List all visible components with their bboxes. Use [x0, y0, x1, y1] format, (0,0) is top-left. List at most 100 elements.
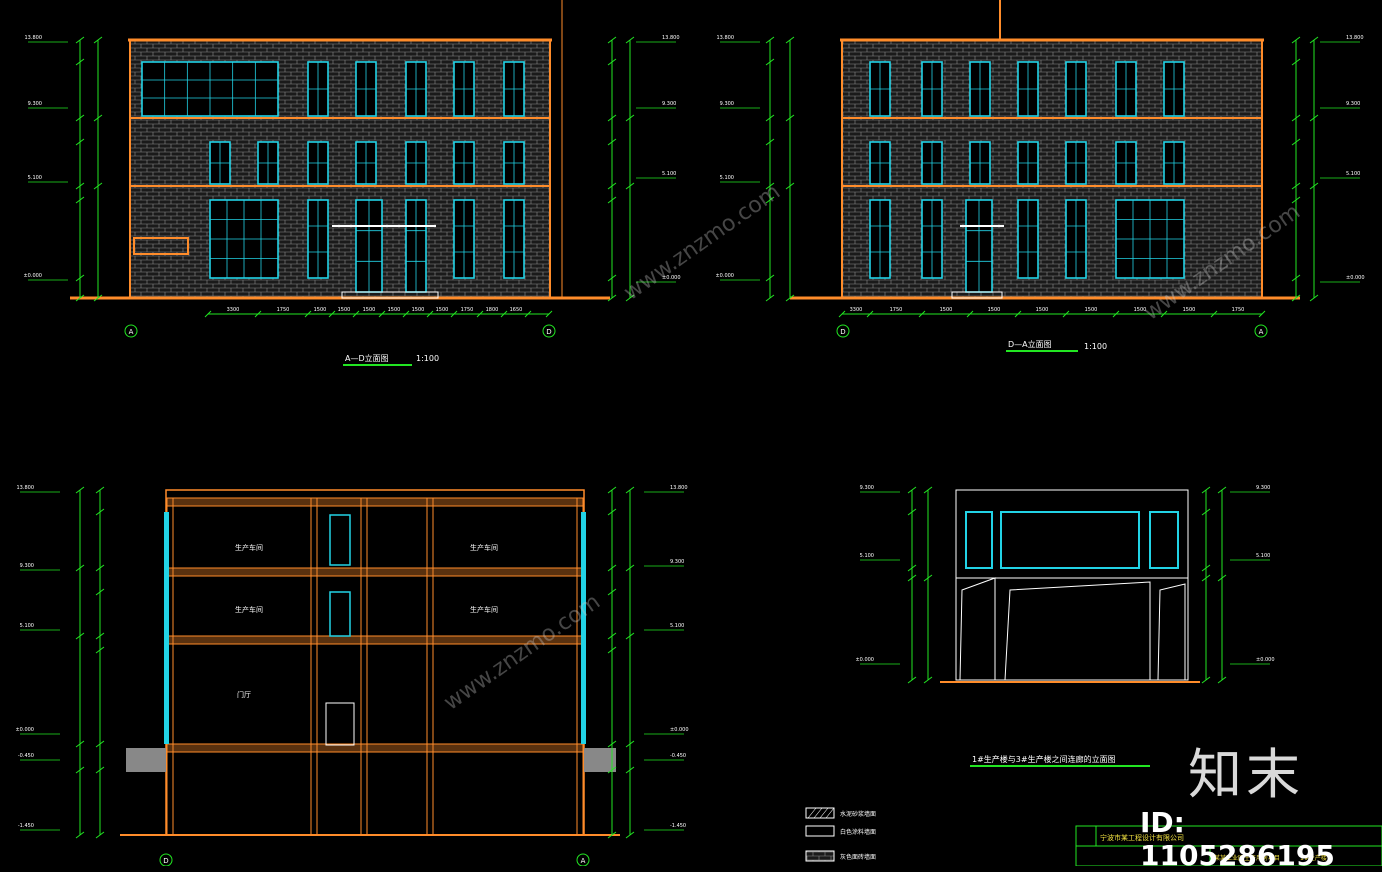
window [209, 199, 279, 279]
dimension-label: 1500 [940, 307, 953, 313]
window [921, 141, 943, 185]
level-label: ±0.000 [1256, 657, 1275, 663]
window [965, 199, 993, 293]
window [141, 61, 279, 117]
level-label: 9.300 [720, 101, 734, 107]
window [307, 61, 329, 117]
window [1065, 141, 1087, 185]
window [869, 199, 891, 279]
dimension-label: 1500 [363, 307, 376, 313]
level-label: 5.100 [662, 171, 676, 177]
room-label: 生产车间 [470, 543, 498, 552]
window [869, 141, 891, 185]
window [1017, 141, 1039, 185]
level-label: 9.300 [1256, 485, 1270, 491]
level-label: 5.100 [20, 623, 34, 629]
corridor-outline [955, 489, 1189, 681]
stair-window-2 [329, 591, 351, 637]
level-label: ±0.000 [855, 657, 874, 663]
corridor-dimensions: 9.300 5.100 ±0.000 9.300 5.100 ±0.000 [855, 485, 1275, 684]
dimension-label: 1500 [988, 307, 1001, 313]
front-elevation: 13.8009.3005.100±0.00013.8009.3005.100±0… [23, 0, 681, 366]
section-glazing-right [581, 512, 586, 744]
room-label: 生产车间 [235, 605, 263, 614]
level-label: ±0.000 [1346, 275, 1365, 281]
window [1017, 199, 1039, 279]
rear-facade-brick [841, 39, 1263, 299]
legend-label: 水泥砂浆墙面 [840, 810, 876, 818]
legend-label: 白色涂料墙面 [840, 828, 876, 836]
window [1115, 141, 1137, 185]
section-dimensions: 13.800 9.300 5.100 ±0.000 -0.450 -1.450 13.800… [15, 485, 689, 839]
axis-label-a: A [1259, 328, 1264, 336]
level-label: 13.800 [662, 35, 680, 41]
floor-slab [165, 497, 585, 507]
dimension-label: 3300 [850, 307, 863, 313]
dimension-label: 1500 [436, 307, 449, 313]
window [405, 61, 427, 117]
corridor-window-right [1149, 511, 1179, 569]
level-label: 13.800 [17, 485, 35, 491]
section-slabs [120, 497, 620, 836]
dimension-label: 1750 [890, 307, 903, 313]
legend-swatch-plain [805, 825, 835, 837]
front-elevation-title: A—D立面图 [345, 353, 389, 363]
stair-window-3 [329, 514, 351, 566]
section-glazing-left [164, 512, 169, 744]
dimension-label: 1750 [1232, 307, 1245, 313]
corridor-support-right [1157, 583, 1186, 681]
level-label: ±0.000 [15, 727, 34, 733]
level-label: 13.800 [25, 35, 43, 41]
axis-label-d: D [546, 328, 551, 336]
level-label: -1.450 [18, 823, 34, 829]
dimension-label: 1750 [461, 307, 474, 313]
window [1163, 61, 1185, 117]
rear-elevation: 13.800 9.300 5.100 ±0.000 13.800 9.300 5.100 ±0… [715, 0, 1365, 352]
level-label: 5.100 [720, 175, 734, 181]
level-label: 9.300 [670, 559, 684, 565]
rear-elevation-title: D—A立面图 [1008, 339, 1052, 349]
level-label: ±0.000 [715, 273, 734, 279]
foundation-left [126, 748, 166, 772]
dimension-label: 1500 [1085, 307, 1098, 313]
building-section: 生产车间 生产车间 生产车间 生产车间 门厅 13.800 9.300 5.100 ±… [15, 485, 689, 866]
column [310, 497, 318, 836]
axis-label-d: D [840, 328, 845, 336]
level-label: -0.450 [18, 753, 34, 759]
axis-label-a: A [129, 328, 134, 336]
dimension-label: 1500 [412, 307, 425, 313]
level-label: 13.800 [670, 485, 688, 491]
window [405, 199, 427, 293]
level-label: 5.100 [1256, 553, 1270, 559]
dimension-label: 1500 [1036, 307, 1049, 313]
window [1115, 61, 1137, 117]
level-label: ±0.000 [23, 273, 42, 279]
legend-label: 灰色面砖墙面 [840, 853, 876, 861]
corridor-window-center [1000, 511, 1140, 569]
room-label: 生产车间 [235, 543, 263, 552]
floor-slab [165, 567, 585, 577]
level-label: 9.300 [662, 101, 676, 107]
window [257, 141, 279, 185]
room-label: 生产车间 [470, 605, 498, 614]
level-label: 5.100 [860, 553, 874, 559]
level-label: 9.300 [1346, 101, 1360, 107]
floor-slab [165, 743, 585, 753]
id-watermark: ID: 1105286195 [1140, 806, 1335, 872]
window [453, 141, 475, 185]
window [869, 61, 891, 117]
legend-swatch-brick [805, 850, 835, 862]
window [355, 199, 383, 293]
window [921, 199, 943, 279]
window [503, 141, 525, 185]
brand-watermark: 知末 [1188, 743, 1304, 806]
level-label: 9.300 [20, 563, 34, 569]
window [307, 141, 329, 185]
dimension-label: 1500 [388, 307, 401, 313]
front-elevation-scale: 1:100 [416, 354, 439, 363]
window [1065, 199, 1087, 279]
window [1115, 199, 1185, 279]
window [453, 199, 475, 279]
level-label: 5.100 [28, 175, 42, 181]
foundation-right [584, 748, 616, 772]
